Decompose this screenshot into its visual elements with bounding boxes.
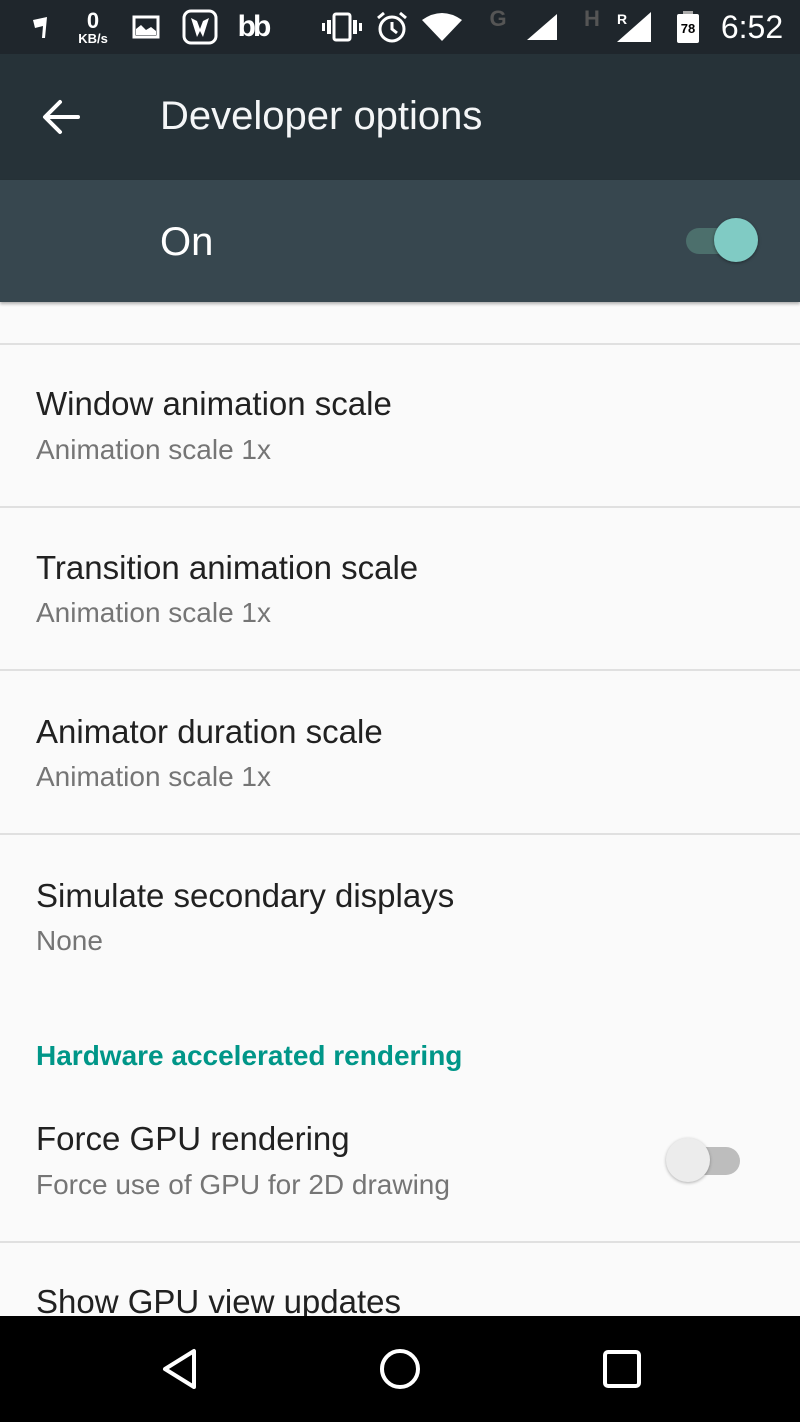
item-subtitle: Animation scale 1x [36, 761, 272, 792]
nav-back-button[interactable] [140, 1336, 220, 1402]
list-item-transition-animation-scale[interactable]: Transition animation scale Animation sca… [0, 508, 800, 669]
saavn-icon [180, 0, 220, 54]
nav-home-icon [380, 1349, 420, 1389]
alarm-icon [374, 0, 410, 54]
list-item-simulate-secondary-displays[interactable]: Simulate secondary displays None [0, 835, 800, 995]
status-bar: 0 KB/s bb G H R 78 6:52 [0, 0, 800, 54]
master-toggle[interactable] [684, 218, 758, 262]
list-item-force-gpu-rendering[interactable]: Force GPU rendering Force use of GPU for… [0, 1090, 800, 1240]
net-speed-unit: KB/s [78, 30, 108, 46]
bb-icon: bb [237, 10, 272, 43]
back-button[interactable] [36, 92, 86, 142]
nav-recents-icon [603, 1350, 641, 1388]
battery-icon: 78 [674, 0, 702, 54]
force-gpu-toggle[interactable] [666, 1138, 742, 1182]
item-title: Show GPU view updates [36, 1283, 402, 1316]
nav-back-icon [163, 1349, 196, 1389]
app-bar: Developer options [0, 54, 800, 180]
section-header-hardware-rendering: Hardware accelerated rendering [36, 1040, 463, 1071]
item-title: Window animation scale [36, 385, 392, 422]
item-title: Animator duration scale [36, 713, 383, 750]
item-title: Force GPU rendering [36, 1120, 350, 1157]
navigation-bar [0, 1316, 800, 1422]
item-subtitle: Force use of GPU for 2D drawing [36, 1169, 450, 1200]
network-type-g: G [489, 6, 507, 31]
net-speed-value: 0 [86, 7, 100, 33]
clock: 6:52 [720, 8, 784, 45]
battery-level: 78 [680, 21, 696, 36]
net-speed: 0 KB/s [72, 0, 114, 54]
flag-icon [26, 0, 56, 54]
item-subtitle: Animation scale 1x [36, 597, 272, 628]
list-item-animator-duration-scale[interactable]: Animator duration scale Animation scale … [0, 671, 800, 833]
signal-roaming-icon: R [612, 0, 656, 54]
nav-recents-button[interactable] [582, 1336, 662, 1402]
list-item-window-animation-scale[interactable]: Window animation scale Animation scale 1… [0, 345, 800, 506]
item-title: Simulate secondary displays [36, 877, 455, 914]
master-switch-bar[interactable]: On [0, 180, 800, 302]
item-subtitle: Animation scale 1x [36, 434, 272, 465]
item-subtitle: None [36, 925, 103, 956]
vibrate-icon [320, 0, 364, 54]
image-icon [130, 0, 162, 54]
svg-text:R: R [617, 11, 627, 27]
master-switch-label: On [160, 220, 214, 264]
nav-home-button[interactable] [360, 1336, 440, 1402]
signal-icon [522, 0, 562, 54]
network-type-h: H [584, 6, 600, 31]
list-item-show-gpu-view-updates[interactable]: Show GPU view updates [0, 1243, 800, 1316]
wifi-icon [420, 0, 464, 54]
item-title: Transition animation scale [36, 549, 419, 586]
page-title: Developer options [160, 94, 483, 138]
arrow-back-icon [43, 100, 80, 134]
